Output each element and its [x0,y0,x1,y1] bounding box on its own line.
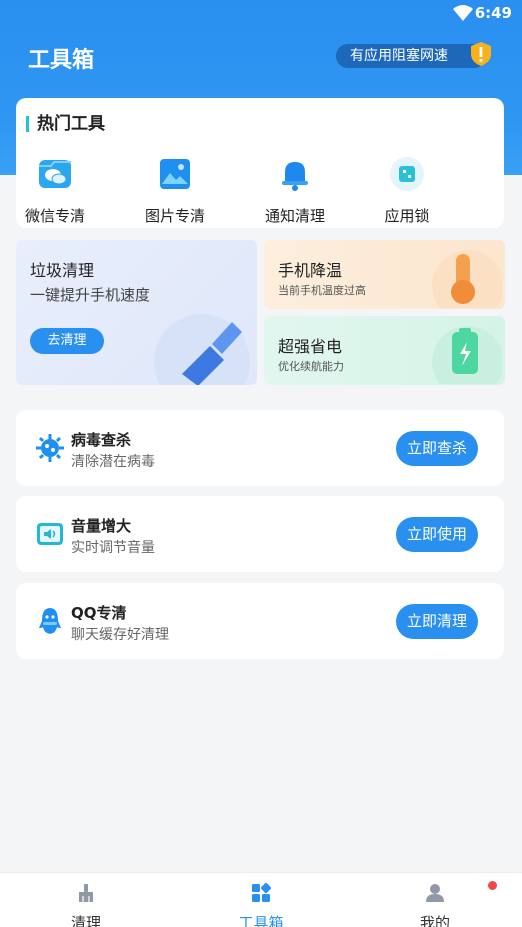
toolbox-icon [252,882,272,902]
power-save-subtitle: 优化续航能力 [278,360,344,373]
feature-title: QQ专清 [71,604,127,622]
tool-image-clean[interactable]: 图片专清 [130,156,220,226]
tab-label: 工具箱 [238,914,284,927]
use-now-button[interactable]: 立即使用 [396,517,478,552]
broom-icon [79,884,93,902]
cool-down-subtitle: 当前手机温度过高 [278,284,366,297]
tab-label: 清理 [70,914,101,927]
tab-profile[interactable]: 我的 [385,883,485,927]
notification-badge [488,881,497,890]
list-item-qq-clean[interactable]: QQ专清 聊天缓存好清理 立即清理 [16,583,504,659]
power-save-title: 超强省电 [278,337,343,356]
cool-down-title: 手机降温 [278,261,343,280]
bell-icon [282,162,308,191]
speed-notice-pill[interactable]: 有应用阻塞网速 [336,42,491,68]
tab-toolbox[interactable]: 工具箱 [211,882,311,927]
list-item-volume-boost[interactable]: 音量增大 实时调节音量 立即使用 [16,496,504,572]
tool-wechat-clean[interactable]: 微信专清 [10,156,100,226]
app-lock-icon [390,157,424,191]
volume-icon [37,523,63,545]
go-clean-button[interactable]: 去清理 [30,328,104,354]
scan-now-button[interactable]: 立即查杀 [396,431,478,466]
list-item-virus-scan[interactable]: 病毒查杀 清除潜在病毒 立即查杀 [16,410,504,486]
profile-icon [426,884,444,902]
feature-title: 病毒查杀 [71,431,132,449]
junk-clean-title: 垃圾清理 [30,261,95,280]
tool-app-lock[interactable]: 应用锁 [362,156,452,226]
qq-icon [39,608,61,634]
status-bar: 6:49 [0,0,522,28]
power-save-card[interactable]: 超强省电 优化续航能力 [264,316,505,385]
junk-clean-card[interactable]: 垃圾清理 一键提升手机速度 去清理 [16,240,257,385]
speed-notice-text: 有应用阻塞网速 [350,48,448,64]
tool-label: 微信专清 [24,207,85,225]
junk-clean-subtitle: 一键提升手机速度 [30,286,151,304]
virus-icon [36,434,64,462]
tool-label: 通知清理 [264,207,325,225]
hot-tools-title: 热门工具 [26,116,105,133]
feature-title: 音量增大 [71,517,132,535]
battery-icon [432,326,502,384]
tool-label: 图片专清 [144,207,205,225]
clean-now-button[interactable]: 立即清理 [396,604,478,639]
wechat-clean-icon [39,160,71,188]
feature-subtitle: 聊天缓存好清理 [71,627,169,643]
status-time: 6:49 [474,4,512,22]
bottom-tab-bar: 清理 工具箱 我的 [0,872,522,927]
wifi-icon [453,5,473,21]
feature-subtitle: 实时调节音量 [71,540,155,556]
broom-illustration-icon [154,314,250,385]
tab-clean[interactable]: 清理 [36,883,136,927]
page-title: 工具箱 [28,48,95,73]
tool-notification-clean[interactable]: 通知清理 [250,156,340,226]
tab-label: 我的 [419,914,450,927]
cool-down-card[interactable]: 手机降温 当前手机温度过高 [264,240,505,309]
feature-subtitle: 清除潜在病毒 [71,454,155,470]
tool-label: 应用锁 [384,207,430,225]
thermometer-icon [432,250,502,308]
image-clean-icon [160,159,190,189]
hot-tools-card: 热门工具 微信专清 图片专清 通知清理 应用锁 [16,98,504,228]
warning-shield-icon [471,42,491,66]
